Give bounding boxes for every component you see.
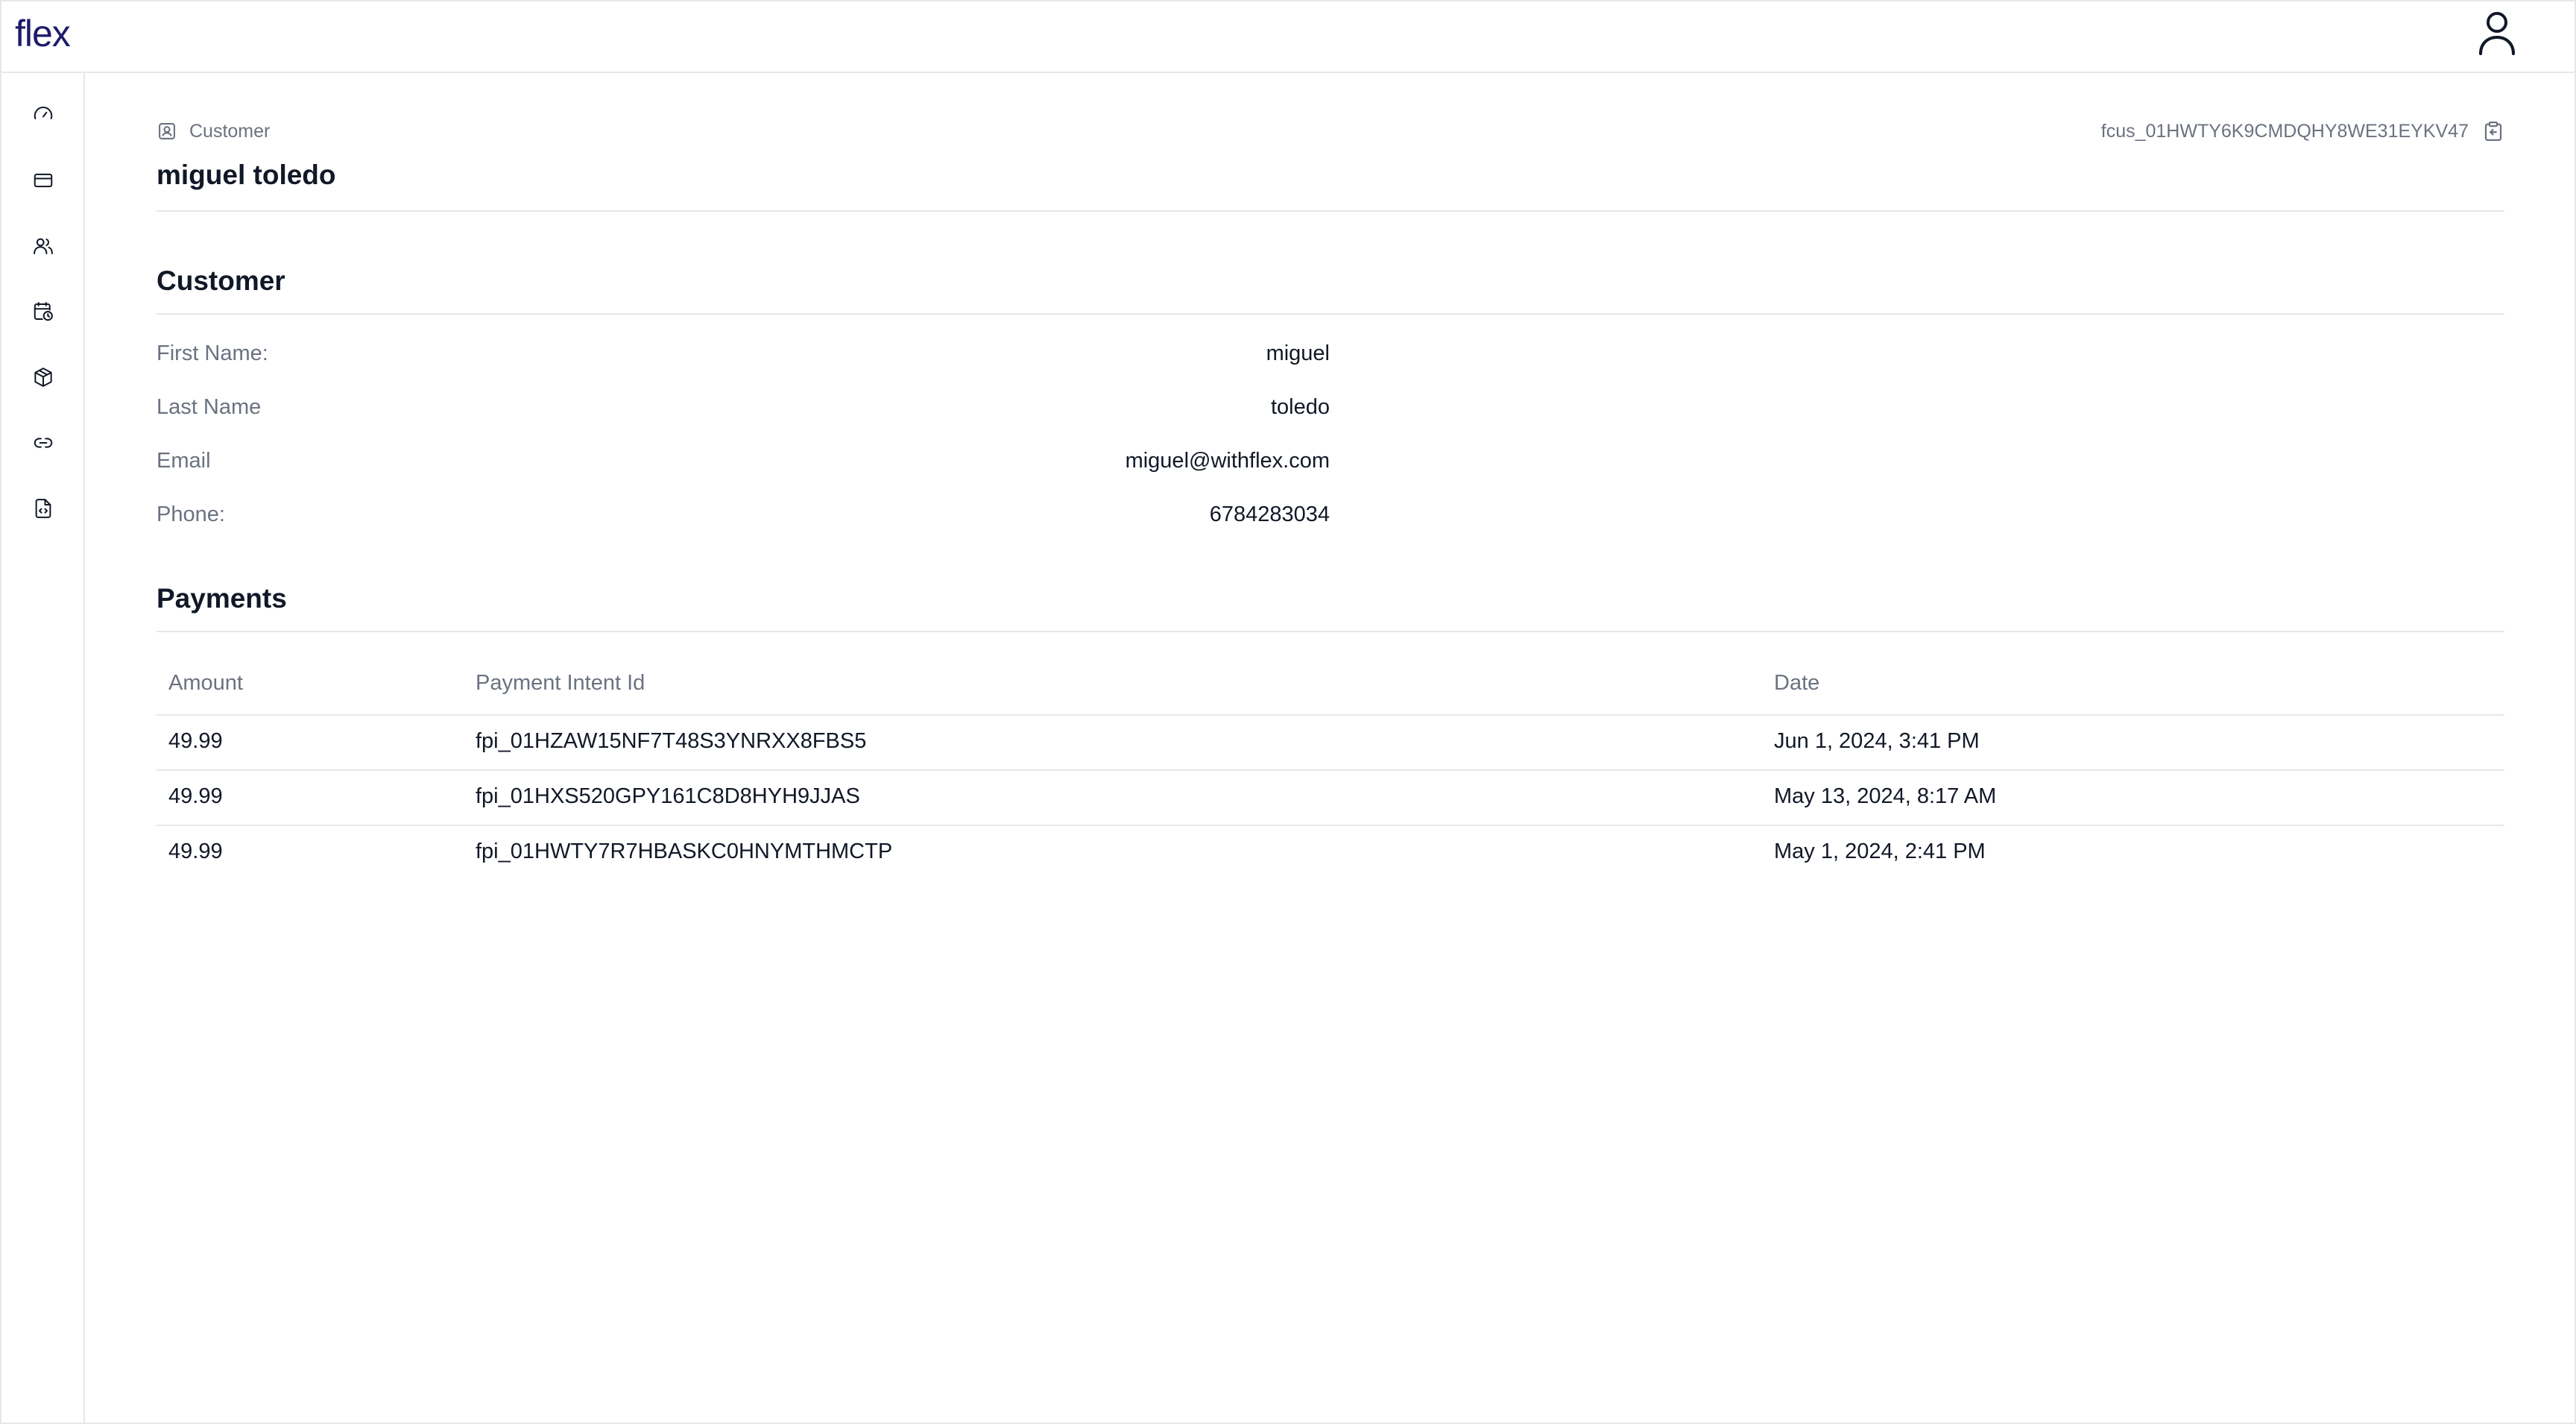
package-icon	[34, 368, 52, 387]
date-cell: Jun 1, 2024, 3:41 PM	[1774, 729, 1980, 753]
intent-id-cell[interactable]: fpi_01HWTY7R7HBASKC0HNYMTHMCTP	[476, 839, 892, 864]
nav-customers[interactable]	[27, 230, 60, 262]
col-date-header[interactable]: Date	[1774, 671, 1819, 696]
breadcrumb: Customer	[157, 119, 270, 143]
app-frame	[0, 0, 2576, 1424]
amount-cell: 49.99	[168, 729, 223, 753]
payments-section-title: Payments	[157, 583, 287, 614]
amount-cell: 49.99	[168, 784, 223, 808]
nav-developers[interactable]	[27, 492, 60, 525]
contact-icon	[159, 123, 175, 139]
user-icon	[2479, 12, 2515, 55]
page-title: miguel toledo	[157, 160, 336, 190]
first-name-value: miguel	[1266, 341, 1330, 365]
users-icon	[34, 238, 53, 254]
email-label: Email	[157, 449, 211, 473]
nav-links[interactable]	[27, 426, 60, 459]
last-name-label: Last Name	[157, 395, 262, 419]
intent-id-cell[interactable]: fpi_01HZAW15NF7T48S3YNRXX8FBS5	[476, 729, 866, 754]
sidebar	[1, 73, 85, 1423]
user-account-button[interactable]	[2476, 10, 2518, 57]
nav-subscriptions[interactable]	[27, 295, 60, 328]
phone-label: Phone:	[157, 503, 225, 526]
top-bar: flex	[1, 1, 2575, 73]
header-divider	[157, 714, 2504, 716]
customer-section-title: Customer	[157, 265, 285, 296]
nav-products[interactable]	[27, 361, 60, 394]
row-divider	[157, 769, 2504, 771]
title-divider	[157, 210, 2504, 212]
first-name-label: First Name:	[157, 341, 268, 365]
link-icon	[34, 438, 53, 448]
customer-id: fcus_01HWTY6K9CMDQHY8WE31EYKV47	[2100, 120, 2469, 142]
copy-id-button[interactable]	[2482, 120, 2504, 142]
payments-section-divider	[157, 631, 2504, 632]
file-code-icon	[35, 499, 51, 518]
breadcrumb-label[interactable]: Customer	[189, 121, 270, 142]
nav-payments[interactable]	[27, 164, 60, 197]
col-intent-header[interactable]: Payment Intent Id	[476, 671, 645, 696]
customer-id-group: fcus_01HWTY6K9CMDQHY8WE31EYKV47	[2101, 119, 2504, 143]
date-cell: May 13, 2024, 8:17 AM	[1774, 784, 1997, 808]
date-cell: May 1, 2024, 2:41 PM	[1774, 839, 1986, 863]
calendar-clock-icon	[34, 302, 53, 321]
intent-id-cell[interactable]: fpi_01HXS520GPY161C8D8HYH9JJAS	[476, 784, 860, 809]
amount-cell: 49.99	[168, 839, 223, 863]
gauge-icon	[34, 107, 53, 119]
nav-dashboard[interactable]	[27, 98, 60, 131]
col-amount-header[interactable]: Amount	[168, 671, 243, 696]
email-value: miguel@withflex.com	[1125, 449, 1330, 473]
last-name-value: toledo	[1270, 395, 1330, 419]
clipboard-copy-icon	[2484, 122, 2502, 141]
row-divider	[157, 825, 2504, 826]
phone-value: 6784283034	[1209, 503, 1330, 526]
customer-section-divider	[157, 313, 2504, 315]
flex-logo[interactable]: flex	[15, 12, 71, 55]
credit-card-icon	[34, 173, 53, 188]
